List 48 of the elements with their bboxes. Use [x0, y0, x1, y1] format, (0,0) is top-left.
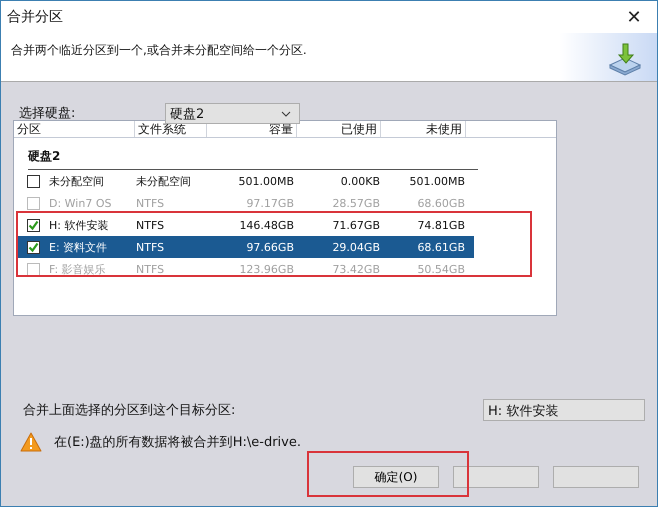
table-cell-text: 123.96GB — [238, 262, 294, 276]
table-cell-text: 501.00MB — [408, 174, 465, 188]
table-cell-text: D: Win7 OS — [49, 196, 112, 210]
ok-button[interactable]: 确定(O) — [353, 466, 439, 488]
table-cell-text: 28.57GB — [331, 196, 380, 210]
checkbox[interactable] — [27, 218, 40, 232]
table-cell-text: NTFS — [136, 262, 166, 276]
window-title: 合并分区 — [7, 8, 63, 26]
checkbox[interactable] — [27, 174, 40, 188]
table-cell-text: H: 软件安装 — [49, 218, 110, 232]
table-cell-text: NTFS — [136, 196, 166, 210]
table-cell-text: 97.17GB — [245, 196, 294, 210]
table-cell-text: 50.54GB — [416, 262, 465, 276]
table-cell-text: 501.00MB — [237, 174, 294, 188]
table-cell-text: 73.42GB — [331, 262, 380, 276]
table-cell-text: 71.67GB — [331, 218, 380, 232]
table-cell-text: E: 资料文件 — [49, 240, 108, 254]
column-header[interactable]: 已使用 — [297, 121, 381, 137]
checkbox[interactable] — [27, 240, 40, 254]
dialog-button[interactable] — [453, 466, 539, 488]
column-header[interactable]: 未使用 — [381, 121, 466, 137]
warning-text: 在(E:)盘的所有数据将被合并到H:\e-drive. — [54, 434, 301, 451]
close-button[interactable]: ✕ — [611, 1, 657, 33]
table-cell-text: 97.66GB — [245, 240, 294, 254]
table-cell-text: 146.48GB — [238, 218, 294, 232]
group-header: 硬盘2 — [28, 148, 478, 170]
chevron-down-icon — [281, 110, 291, 116]
description-text: 合并两个临近分区到一个,或合并未分配空间给一个分区. — [11, 42, 307, 59]
table-cell-text: 68.60GB — [416, 196, 465, 210]
partition-row[interactable]: 未分配空间 未分配空间 501.00MB 0.00KB 501.00MB — [16, 170, 474, 192]
disk-arrow-icon — [607, 41, 643, 77]
table-cell-text: NTFS — [136, 218, 166, 232]
table-cell-text: 68.61GB — [416, 240, 465, 254]
warning-icon — [20, 432, 42, 452]
target-label: 合并上面选择的分区到这个目标分区: — [23, 402, 236, 419]
partition-row[interactable]: E: 资料文件 NTFS 97.66GB 29.04GB 68.61GB — [16, 236, 474, 258]
column-header[interactable]: 分区 — [14, 121, 135, 137]
table-cell-text: NTFS — [136, 240, 166, 254]
table-cell-text: 74.81GB — [416, 218, 465, 232]
disk-select-dropdown[interactable]: 硬盘2 — [165, 103, 300, 124]
target-dropdown[interactable]: H: 软件安装 — [483, 399, 645, 421]
table-cell-text: 未分配空间 — [136, 174, 192, 188]
partition-row[interactable]: H: 软件安装 NTFS 146.48GB 71.67GB 74.81GB — [16, 214, 474, 236]
table-cell-text: 29.04GB — [331, 240, 380, 254]
disk-select-label: 选择硬盘: — [18, 105, 76, 122]
table-cell-text: 未分配空间 — [49, 174, 105, 188]
table-cell-text: F: 影音娱乐 — [49, 262, 107, 276]
table-cell-text: 0.00KB — [340, 174, 380, 188]
